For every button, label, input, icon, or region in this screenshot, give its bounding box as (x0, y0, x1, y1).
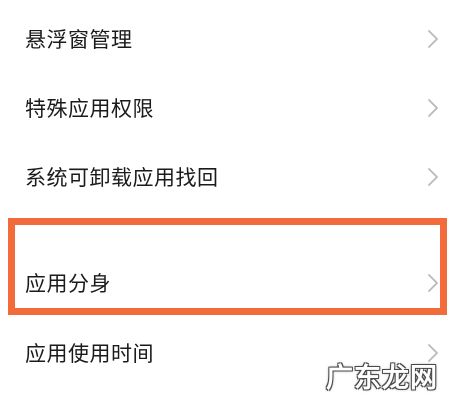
settings-item-uninstallable-apps-recovery[interactable]: 系统可卸载应用找回 (0, 147, 461, 207)
chevron-right-icon (427, 29, 439, 49)
settings-item-special-permissions[interactable]: 特殊应用权限 (0, 78, 461, 138)
settings-item-floating-window[interactable]: 悬浮窗管理 (0, 9, 461, 69)
settings-item-label: 应用使用时间 (25, 342, 154, 366)
chevron-right-icon (427, 273, 439, 293)
settings-item-app-clone[interactable]: 应用分身 (0, 253, 461, 313)
settings-item-label: 特殊应用权限 (25, 97, 154, 121)
settings-item-label: 悬浮窗管理 (25, 28, 133, 52)
chevron-right-icon (427, 98, 439, 118)
chevron-right-icon (427, 167, 439, 187)
settings-list: 悬浮窗管理 特殊应用权限 系统可卸载应用找回 应用分身 应用使用时间 (0, 0, 461, 401)
settings-item-label: 系统可卸载应用找回 (25, 166, 219, 190)
watermark: 广东龙网 (326, 363, 438, 394)
settings-item-label: 应用分身 (25, 272, 111, 296)
